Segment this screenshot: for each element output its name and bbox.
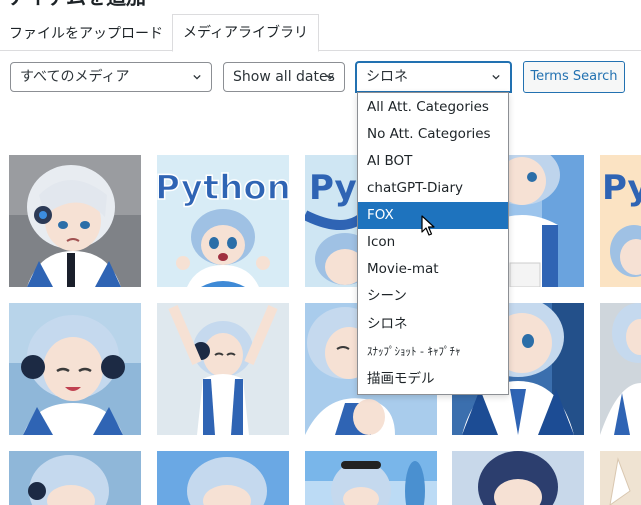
dropdown-option[interactable]: シロネ [358,311,508,338]
media-thumbnail[interactable] [157,303,289,435]
dropdown-option[interactable]: No Att. Categories [358,121,508,148]
media-thumbnail[interactable] [600,451,641,505]
mouse-cursor-icon [421,215,435,236]
media-thumbnail[interactable] [9,451,141,505]
terms-dropdown-list: All Att. Categories No Att. Categories A… [357,92,509,395]
media-thumbnail[interactable] [452,451,584,505]
dropdown-option[interactable]: AI BOT [358,148,508,175]
dropdown-option[interactable]: chatGPT-Diary [358,175,508,202]
media-thumbnail[interactable] [9,303,141,435]
media-thumbnail[interactable]: Python [157,155,289,287]
dropdown-option[interactable]: 描画モデル [358,366,508,393]
dropdown-option[interactable]: All Att. Categories [358,94,508,121]
media-thumbnail[interactable] [157,451,289,505]
media-thumbnail[interactable]: Pyt [600,155,641,287]
media-grid: Python Pyt Py [0,0,641,505]
media-thumbnail[interactable] [305,451,437,505]
media-thumbnail[interactable] [600,303,641,435]
python-logo-text: Python [157,168,289,208]
dropdown-option[interactable]: シーン [358,283,508,310]
python-logo-text: Pyt [602,168,641,208]
dropdown-option[interactable]: Movie-mat [358,256,508,283]
dropdown-option[interactable]: ｽﾅｯﾌﾟｼｮｯﾄ - ｷｬﾌﾟﾁｬ [358,338,508,365]
media-thumbnail[interactable] [9,155,141,287]
